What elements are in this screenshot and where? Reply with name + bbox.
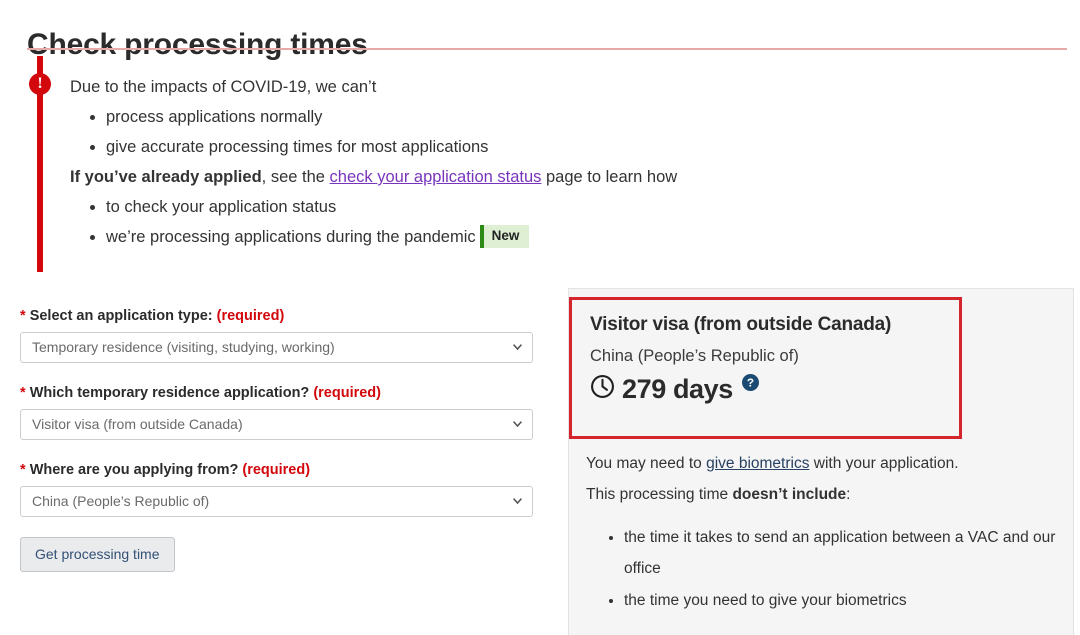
page-title: Check processing times [27, 28, 368, 62]
title-divider [27, 48, 1067, 50]
give-biometrics-link[interactable]: give biometrics [706, 455, 809, 472]
required-text: (required) [313, 385, 381, 401]
processing-time-form: * Select an application type: (required)… [20, 306, 550, 572]
temporary-residence-select-wrap: Visitor visa (from outside Canada) [20, 409, 533, 440]
application-type-select[interactable]: Temporary residence (visiting, studying,… [20, 332, 533, 363]
biometrics-note-pre: You may need to [586, 455, 707, 472]
doesnt-include-bold: doesn’t include [732, 486, 847, 503]
alert-intro: Due to the impacts of COVID-19, we can’t [70, 78, 377, 96]
list-item: to check your application status [106, 192, 1030, 222]
alert-content: Due to the impacts of COVID-19, we can’t… [70, 72, 1030, 252]
result-time-row: 279 days ? [590, 373, 959, 404]
result-country: China (People’s Republic of) [590, 347, 799, 365]
label-text: Which temporary residence application? [29, 385, 310, 401]
list-item: we’re processing applications during the… [106, 222, 1030, 252]
alert-bullets-top: process applications normally give accur… [70, 102, 1030, 162]
required-star: * [20, 462, 26, 478]
application-type-label: * Select an application type: (required) [20, 306, 550, 326]
required-star: * [20, 308, 26, 324]
required-star: * [20, 385, 26, 401]
processing-time-result-box: Visitor visa (from outside Canada) China… [569, 297, 962, 439]
label-text: Where are you applying from? [29, 462, 239, 478]
required-text: (required) [242, 462, 311, 478]
processing-time-value: 279 days [622, 374, 733, 404]
temporary-residence-select[interactable]: Visitor visa (from outside Canada) [20, 409, 533, 440]
help-question-icon[interactable]: ? [741, 373, 759, 396]
exclamation-circle-icon: ! [29, 73, 51, 95]
result-application-title: Visitor visa (from outside Canada) [590, 314, 892, 335]
doesnt-include-note: This processing time doesn’t include: [586, 479, 1056, 510]
exclusions-list: the time it takes to send an application… [586, 522, 1056, 616]
applied-bold-text: If you’ve already applied [70, 168, 262, 186]
alert-bullets-bottom: to check your application status we’re p… [70, 192, 1030, 252]
list-item: give accurate processing times for most … [106, 132, 1030, 162]
list-item-label: we’re processing applications during the… [106, 228, 476, 246]
biometrics-note-post: with your application. [809, 455, 959, 472]
list-item: process applications normally [106, 102, 1030, 132]
list-item: the time it takes to send an application… [624, 522, 1056, 584]
get-processing-time-button[interactable]: Get processing time [20, 537, 175, 572]
doesnt-include-pre: This processing time [586, 486, 733, 503]
list-item: the time you need to give your biometric… [624, 585, 1056, 616]
applied-tail-text: page to learn how [541, 168, 678, 186]
biometrics-note: You may need to give biometrics with you… [586, 448, 1056, 479]
label-text: Select an application type: [29, 308, 213, 324]
applying-from-label: * Where are you applying from? (required… [20, 460, 550, 480]
applied-mid-text: , see the [261, 168, 330, 186]
doesnt-include-post: : [846, 486, 851, 503]
result-notes: You may need to give biometrics with you… [586, 448, 1056, 617]
clock-icon [590, 374, 615, 404]
applying-from-select-wrap: China (People’s Republic of) [20, 486, 533, 517]
alert-applied-line: If you’ve already applied, see the check… [70, 162, 1030, 192]
svg-text:?: ? [747, 375, 754, 389]
temporary-residence-label: * Which temporary residence application?… [20, 383, 550, 403]
application-type-select-wrap: Temporary residence (visiting, studying,… [20, 332, 533, 363]
required-text: (required) [216, 308, 285, 324]
check-application-status-link[interactable]: check your application status [330, 168, 542, 186]
applying-from-select[interactable]: China (People’s Republic of) [20, 486, 533, 517]
new-badge: New [479, 225, 530, 248]
